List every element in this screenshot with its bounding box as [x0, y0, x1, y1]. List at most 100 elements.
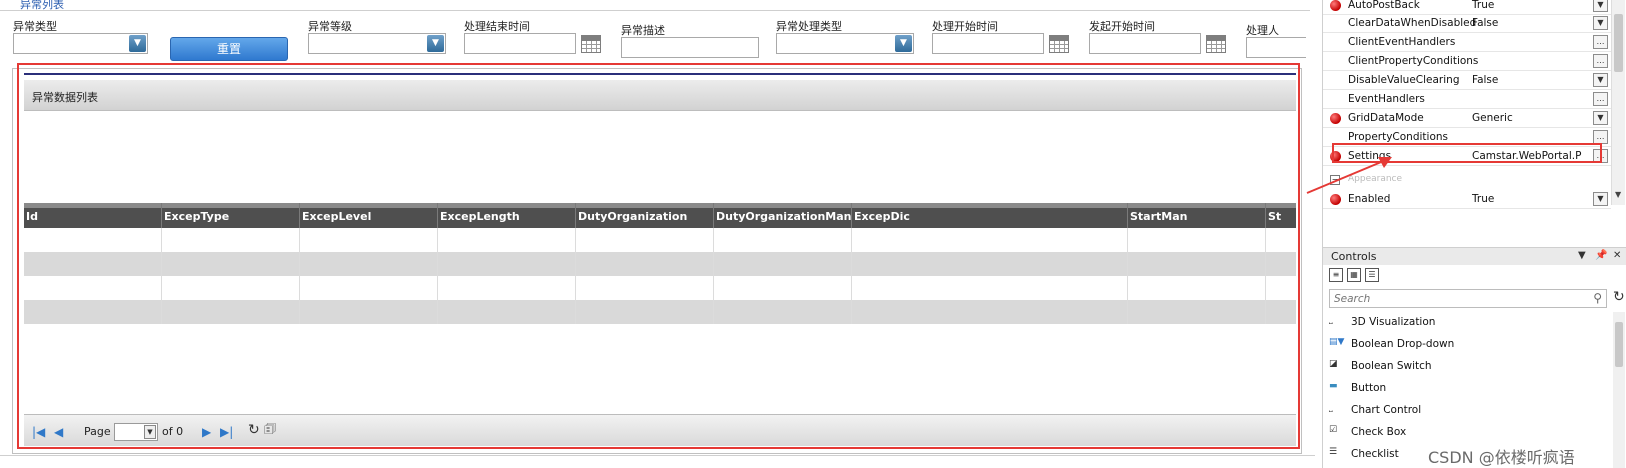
property-row[interactable]: Enabled True ▼ — [1323, 190, 1611, 209]
property-row[interactable]: AutoPostBack True ▼ — [1323, 0, 1611, 15]
list-view-icon[interactable]: ≡ — [1329, 268, 1343, 282]
ellipsis-icon[interactable]: … — [1593, 149, 1608, 163]
property-name: ClientPropertyConditions — [1348, 55, 1479, 67]
handle-end-time-input[interactable] — [464, 33, 576, 54]
export-icon[interactable]: 🗊 — [264, 423, 276, 437]
calendar-icon[interactable] — [1048, 34, 1070, 54]
property-row-settings[interactable]: Settings Camstar.WebPortal.P … — [1323, 147, 1611, 166]
refresh-icon[interactable]: ↻ — [248, 423, 260, 437]
handler-input[interactable] — [1246, 37, 1306, 58]
property-row[interactable]: EventHandlers … — [1323, 90, 1611, 109]
grid-title-bar: 异常数据列表 — [24, 80, 1296, 111]
page-number-input[interactable]: ▼ — [114, 423, 158, 441]
controls-search-field[interactable]: ⚲ — [1329, 289, 1607, 308]
property-value[interactable]: True — [1472, 0, 1494, 11]
reset-button[interactable]: 重置 — [170, 37, 288, 61]
search-icon[interactable]: ⚲ — [1593, 291, 1602, 305]
calendar-icon[interactable] — [580, 34, 602, 54]
chevron-down-icon[interactable]: ▼ — [1593, 111, 1608, 125]
control-item-boolean-dropdown[interactable]: ▤▼ Boolean Drop-down — [1329, 334, 1599, 354]
property-row[interactable]: DisableValueClearing False ▼ — [1323, 71, 1611, 90]
column-header-exceplevel[interactable]: ExcepLevel — [300, 203, 438, 228]
control-item-button[interactable]: ▬ Button — [1329, 378, 1599, 398]
bullet-icon — [1330, 113, 1341, 124]
refresh-icon[interactable]: ↻ — [1613, 289, 1625, 305]
table-row[interactable] — [24, 228, 1296, 252]
initiate-start-time-label: 发起开始时间 — [1089, 20, 1155, 33]
first-page-icon[interactable]: |◀ — [32, 425, 45, 439]
grid-view-icon[interactable]: ▦ — [1347, 268, 1361, 282]
property-name: EventHandlers — [1348, 93, 1425, 105]
table-row[interactable] — [24, 300, 1296, 324]
property-value[interactable]: True — [1472, 193, 1494, 205]
chevron-down-icon[interactable]: ▼ — [1593, 73, 1608, 87]
exception-handle-type-dropdown[interactable]: ▼ — [776, 33, 914, 54]
button-icon: ▬ — [1329, 381, 1338, 391]
last-page-icon[interactable]: ▶| — [220, 425, 233, 439]
calendar-icon[interactable] — [1205, 34, 1227, 54]
property-row[interactable]: ClearDataWhenDisabled False ▼ — [1323, 14, 1611, 33]
table-row[interactable] — [24, 276, 1296, 300]
close-icon[interactable]: ✕ — [1613, 250, 1621, 261]
property-value[interactable]: Generic — [1472, 112, 1513, 124]
previous-page-icon[interactable]: ◀ — [54, 425, 63, 439]
property-row[interactable]: GridDataMode Generic ▼ — [1323, 109, 1611, 128]
control-item-check-box[interactable]: ☑ Check Box — [1329, 422, 1599, 442]
chevron-down-icon[interactable]: ▼ — [1593, 0, 1608, 12]
controls-panel-title: Controls — [1331, 250, 1377, 263]
page-of-label: of 0 — [162, 425, 184, 438]
control-item-chart-control[interactable]: ⎵ Chart Control — [1329, 400, 1599, 420]
scroll-down-icon[interactable]: ▼ — [1615, 190, 1621, 199]
bullet-icon — [1330, 194, 1341, 205]
control-item-3d-visualization[interactable]: ⎵ 3D Visualization — [1329, 312, 1599, 332]
table-row[interactable] — [24, 252, 1296, 276]
controls-scrollbar[interactable] — [1613, 312, 1625, 468]
handle-start-time-input[interactable] — [932, 33, 1044, 54]
chart-icon: ⎵ — [1329, 403, 1333, 413]
ellipsis-icon[interactable]: … — [1593, 130, 1608, 144]
ellipsis-icon[interactable]: … — [1593, 92, 1608, 106]
property-name: AutoPostBack — [1348, 0, 1420, 11]
dropdown-icon[interactable]: ▼ — [1578, 250, 1586, 261]
exception-type-dropdown[interactable]: ▼ — [13, 33, 148, 54]
column-header-excepdic[interactable]: ExcepDic — [852, 203, 1128, 228]
chevron-down-icon[interactable]: ▼ — [1593, 16, 1608, 30]
chevron-down-icon[interactable]: ▼ — [1593, 192, 1608, 206]
property-row[interactable]: ClientEventHandlers … — [1323, 33, 1611, 52]
property-value[interactable]: Camstar.WebPortal.P — [1472, 150, 1581, 162]
ellipsis-icon[interactable]: … — [1593, 54, 1608, 68]
next-page-icon[interactable]: ▶ — [202, 425, 211, 439]
ellipsis-icon[interactable]: … — [1593, 35, 1608, 49]
column-header-dutyorganizationman[interactable]: DutyOrganizationMan — [714, 203, 852, 228]
initiate-start-time-input[interactable] — [1089, 33, 1201, 54]
exception-level-dropdown[interactable]: ▼ — [308, 33, 446, 54]
control-item-label: Chart Control — [1351, 404, 1422, 416]
control-item-label: 3D Visualization — [1351, 316, 1436, 328]
scrollbar-thumb[interactable] — [1615, 322, 1623, 367]
pin-icon[interactable]: 📌 — [1595, 250, 1607, 261]
property-value[interactable]: False — [1472, 74, 1498, 86]
property-name: Settings — [1348, 150, 1392, 162]
search-input[interactable] — [1334, 292, 1574, 306]
column-header-startman[interactable]: StartMan — [1128, 203, 1266, 228]
column-header-st[interactable]: St — [1266, 203, 1296, 228]
column-header-dutyorganization[interactable]: DutyOrganization — [576, 203, 714, 228]
property-row[interactable]: PropertyConditions … — [1323, 128, 1611, 147]
page-label: Page — [84, 425, 111, 438]
detail-view-icon[interactable]: ☰ — [1365, 268, 1379, 282]
exception-desc-input[interactable] — [621, 37, 759, 58]
scrollbar-thumb[interactable] — [1614, 14, 1623, 72]
handler-label: 处理人 — [1246, 24, 1279, 37]
property-row[interactable]: ClientPropertyConditions … — [1323, 52, 1611, 71]
properties-scrollbar[interactable]: ▼ — [1611, 0, 1625, 205]
column-header-id[interactable]: Id — [24, 203, 162, 228]
column-header-excelength[interactable]: ExcepLength — [438, 203, 576, 228]
column-header-exceptype[interactable]: ExcepType — [162, 203, 300, 228]
property-value[interactable]: False — [1472, 17, 1498, 29]
collapse-icon[interactable]: − — [1330, 175, 1340, 185]
property-name: ClientEventHandlers — [1348, 36, 1456, 48]
property-category[interactable]: − Appearance — [1323, 171, 1611, 189]
chevron-down-icon[interactable]: ▼ — [144, 425, 156, 439]
control-item-boolean-switch[interactable]: ◪ Boolean Switch — [1329, 356, 1599, 376]
checklist-icon: ☰ — [1329, 447, 1338, 457]
